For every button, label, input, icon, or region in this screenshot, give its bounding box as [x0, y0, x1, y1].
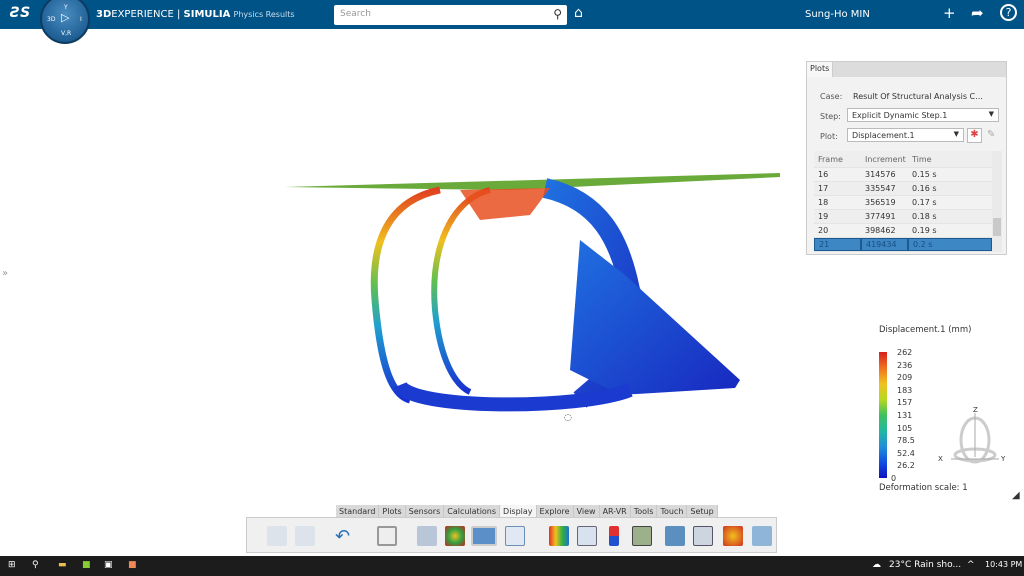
- clock[interactable]: 10:43 PM: [985, 560, 1022, 569]
- compass-top: Y: [64, 4, 68, 11]
- axis-triad[interactable]: [935, 405, 1010, 470]
- legend-tick: 78.5: [897, 436, 915, 446]
- col-increment[interactable]: Increment: [861, 155, 908, 164]
- rotation-center-icon[interactable]: ◌: [564, 413, 572, 423]
- compass-right: I: [80, 16, 82, 23]
- multi-view-icon[interactable]: [577, 526, 597, 546]
- step-label: Step:: [820, 112, 841, 121]
- undo-icon[interactable]: ↶: [335, 526, 355, 547]
- frame-outer-left: [370, 186, 441, 404]
- weather-text[interactable]: 23°C Rain sho...: [889, 560, 961, 570]
- table-row-selected[interactable]: 21 419434 0.2 s: [814, 238, 992, 252]
- resize-corner-icon[interactable]: ◢: [1012, 490, 1020, 501]
- scroll-thumb[interactable]: [993, 218, 1001, 236]
- import-icon[interactable]: [417, 526, 437, 546]
- legend-tick: 26.2: [897, 461, 915, 471]
- chevron-down-icon: ▼: [988, 110, 994, 118]
- share-icon[interactable]: ➦: [971, 4, 984, 22]
- file-explorer-icon[interactable]: ▬: [58, 560, 67, 570]
- legend-tick: 105: [897, 423, 913, 433]
- impactor-plate: [285, 173, 780, 190]
- contact-region: [460, 188, 550, 220]
- chevron-down-icon: ▼: [953, 130, 959, 138]
- sensor-icon[interactable]: [693, 526, 713, 546]
- ds-logo[interactable]: ƧS: [10, 5, 30, 21]
- list-icon[interactable]: [505, 526, 525, 546]
- tab-strip: [833, 62, 1006, 77]
- table-row[interactable]: 16 314576 0.15 s: [814, 168, 992, 182]
- weather-icon: ☁: [872, 560, 881, 570]
- plot-options-icon[interactable]: ✱: [967, 128, 982, 143]
- image-settings-icon[interactable]: [752, 526, 772, 546]
- table-scrollbar[interactable]: [992, 151, 1002, 252]
- windows-start-icon[interactable]: ⊞: [8, 560, 16, 570]
- search-icon[interactable]: ⚲: [553, 7, 562, 21]
- user-name[interactable]: Sung-Ho MIN: [805, 9, 870, 20]
- axis-x-label: X: [938, 455, 943, 463]
- col-time[interactable]: Time: [908, 155, 992, 164]
- edit-icon[interactable]: ✎: [987, 129, 995, 140]
- tag-icon[interactable]: ⌂: [574, 5, 583, 21]
- legend-tick: 183: [897, 385, 913, 395]
- legend-tick: 0: [891, 474, 897, 483]
- animation-icon[interactable]: [471, 526, 497, 546]
- legend-title: Displacement.1 (mm): [879, 325, 972, 335]
- plot-label: Plot:: [820, 132, 838, 141]
- col-frame[interactable]: Frame: [814, 155, 861, 164]
- legend-tick: 262: [897, 348, 913, 357]
- tab-plots[interactable]: Plots: [807, 62, 833, 77]
- app-icon[interactable]: ■: [128, 560, 137, 570]
- 3d-model-viewport[interactable]: [280, 160, 790, 430]
- color-bar-icon[interactable]: [609, 526, 619, 546]
- step-select[interactable]: Explicit Dynamic Step.1 ▼: [847, 108, 999, 122]
- table-row[interactable]: 19 377491 0.18 s: [814, 210, 992, 224]
- legend-tick: 209: [897, 373, 913, 383]
- windows-taskbar: ⊞ ⚲ ▬ ■ ▣ ■ ☁ 23°C Rain sho... ^ 10:43 P…: [0, 556, 1024, 576]
- table-row[interactable]: 18 356519 0.17 s: [814, 196, 992, 210]
- plot-select[interactable]: Displacement.1 ▼: [847, 128, 964, 142]
- copy-icon[interactable]: [267, 526, 287, 546]
- plot-compare-icon[interactable]: [632, 526, 652, 546]
- plots-panel: Plots Case: Result Of Structural Analysi…: [806, 61, 1007, 255]
- compass-widget[interactable]: Y 3D ▷ I V,R: [40, 0, 90, 44]
- legend-tick: 157: [897, 398, 913, 408]
- case-value: Result Of Structural Analysis C...: [853, 92, 983, 101]
- legend-tick: 52.4: [897, 448, 915, 458]
- help-icon[interactable]: ?: [1000, 4, 1017, 21]
- render-settings-icon[interactable]: [723, 526, 743, 546]
- expand-left-icon[interactable]: »: [2, 268, 8, 279]
- legend-tick: 236: [897, 360, 913, 370]
- axis-z-label: Z: [973, 406, 978, 414]
- action-bar: ↶: [246, 517, 777, 553]
- add-icon[interactable]: +: [943, 4, 956, 22]
- axis-y-label: Y: [1001, 455, 1006, 463]
- frame-inner-left: [431, 187, 491, 395]
- legend-tick: 131: [897, 411, 913, 420]
- app-title: 3DEXPERIENCE | SIMULIA Physics Results: [96, 9, 295, 20]
- render-style-icon[interactable]: [445, 526, 465, 546]
- table-header: Frame Increment Time: [814, 151, 992, 168]
- app-icon[interactable]: ■: [82, 560, 91, 570]
- deformation-scale: Deformation scale: 1: [879, 483, 968, 493]
- frames-table: Frame Increment Time 16 314576 0.15 s 17 33…: [814, 151, 992, 252]
- legend-color-bar: [879, 352, 887, 478]
- camera-icon[interactable]: [665, 526, 685, 546]
- tray-chevron-icon[interactable]: ^: [967, 560, 975, 570]
- play-icon[interactable]: ▷: [61, 11, 69, 24]
- view-mode-icon[interactable]: [377, 526, 397, 546]
- contour-plot-icon[interactable]: [549, 526, 569, 546]
- compass-3d[interactable]: 3D: [47, 16, 55, 23]
- top-bar: ƧS Y 3D ▷ I V,R 3DEXPERIENCE | SIMULIA P…: [0, 0, 1024, 44]
- search-icon[interactable]: ⚲: [32, 560, 39, 570]
- app-active-icon[interactable]: ▣: [104, 560, 113, 570]
- support-bracket: [570, 240, 740, 395]
- case-label: Case:: [820, 92, 843, 101]
- table-row[interactable]: 17 335547 0.16 s: [814, 182, 992, 196]
- table-row[interactable]: 20 398462 0.19 s: [814, 224, 992, 238]
- paste-icon[interactable]: [295, 526, 315, 546]
- compass-vr[interactable]: V,R: [61, 30, 71, 37]
- search-input[interactable]: Search ⚲: [334, 5, 567, 25]
